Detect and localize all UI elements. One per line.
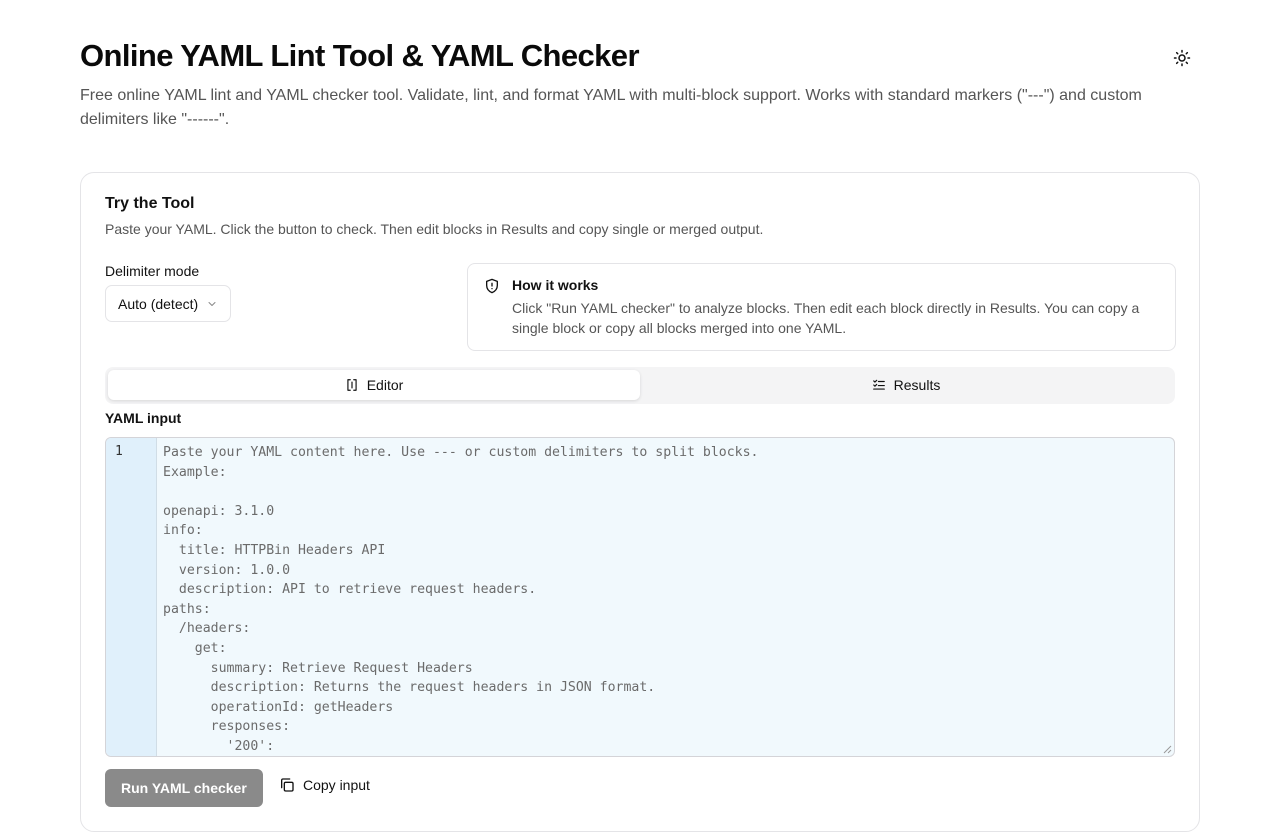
yaml-input-label: YAML input — [105, 410, 182, 426]
delimiter-mode-label: Delimiter mode — [105, 263, 200, 279]
page-subtitle: Free online YAML lint and YAML checker t… — [80, 87, 1142, 128]
editor-icon — [347, 379, 357, 391]
tab-editor[interactable]: Editor — [108, 370, 640, 400]
copy-input-button[interactable]: Copy input — [279, 777, 370, 793]
tab-results[interactable]: Results — [640, 370, 1172, 400]
checklist-icon — [872, 379, 885, 390]
tab-results-label: Results — [893, 377, 941, 393]
run-yaml-checker-button[interactable]: Run YAML checker — [105, 769, 263, 807]
how-it-works-panel: How it works Click "Run YAML checker" to… — [467, 263, 1176, 351]
line-number-gutter: 1 — [106, 438, 157, 756]
sun-icon — [1173, 49, 1191, 67]
resize-handle-icon[interactable] — [1162, 744, 1172, 754]
delimiter-mode-value: Auto (detect) — [118, 295, 199, 312]
card-description: Paste your YAML. Click the button to che… — [105, 221, 764, 237]
yaml-input-editor[interactable]: 1 Paste your YAML content here. Use --- … — [105, 437, 1175, 757]
card-title: Try the Tool — [105, 195, 195, 212]
copy-icon — [281, 778, 294, 792]
page-title: Online YAML Lint Tool & YAML Checker — [80, 38, 640, 73]
chevron-down-icon — [208, 301, 216, 306]
copy-input-label: Copy input — [303, 777, 370, 793]
how-it-works-text: Click "Run YAML checker" to analyze bloc… — [512, 300, 1140, 336]
shield-icon — [486, 278, 498, 294]
view-tabs: Editor Results — [105, 367, 1175, 404]
line-number: 1 — [115, 444, 123, 459]
how-it-works-title: How it works — [512, 277, 599, 293]
theme-toggle-button[interactable] — [1170, 46, 1194, 70]
delimiter-mode-select[interactable]: Auto (detect) — [105, 285, 232, 322]
yaml-input-placeholder: Paste your YAML content here. Use --- or… — [163, 445, 759, 754]
tab-editor-label: Editor — [366, 377, 404, 393]
tool-card: Try the Tool Paste your YAML. Click the … — [80, 172, 1200, 832]
